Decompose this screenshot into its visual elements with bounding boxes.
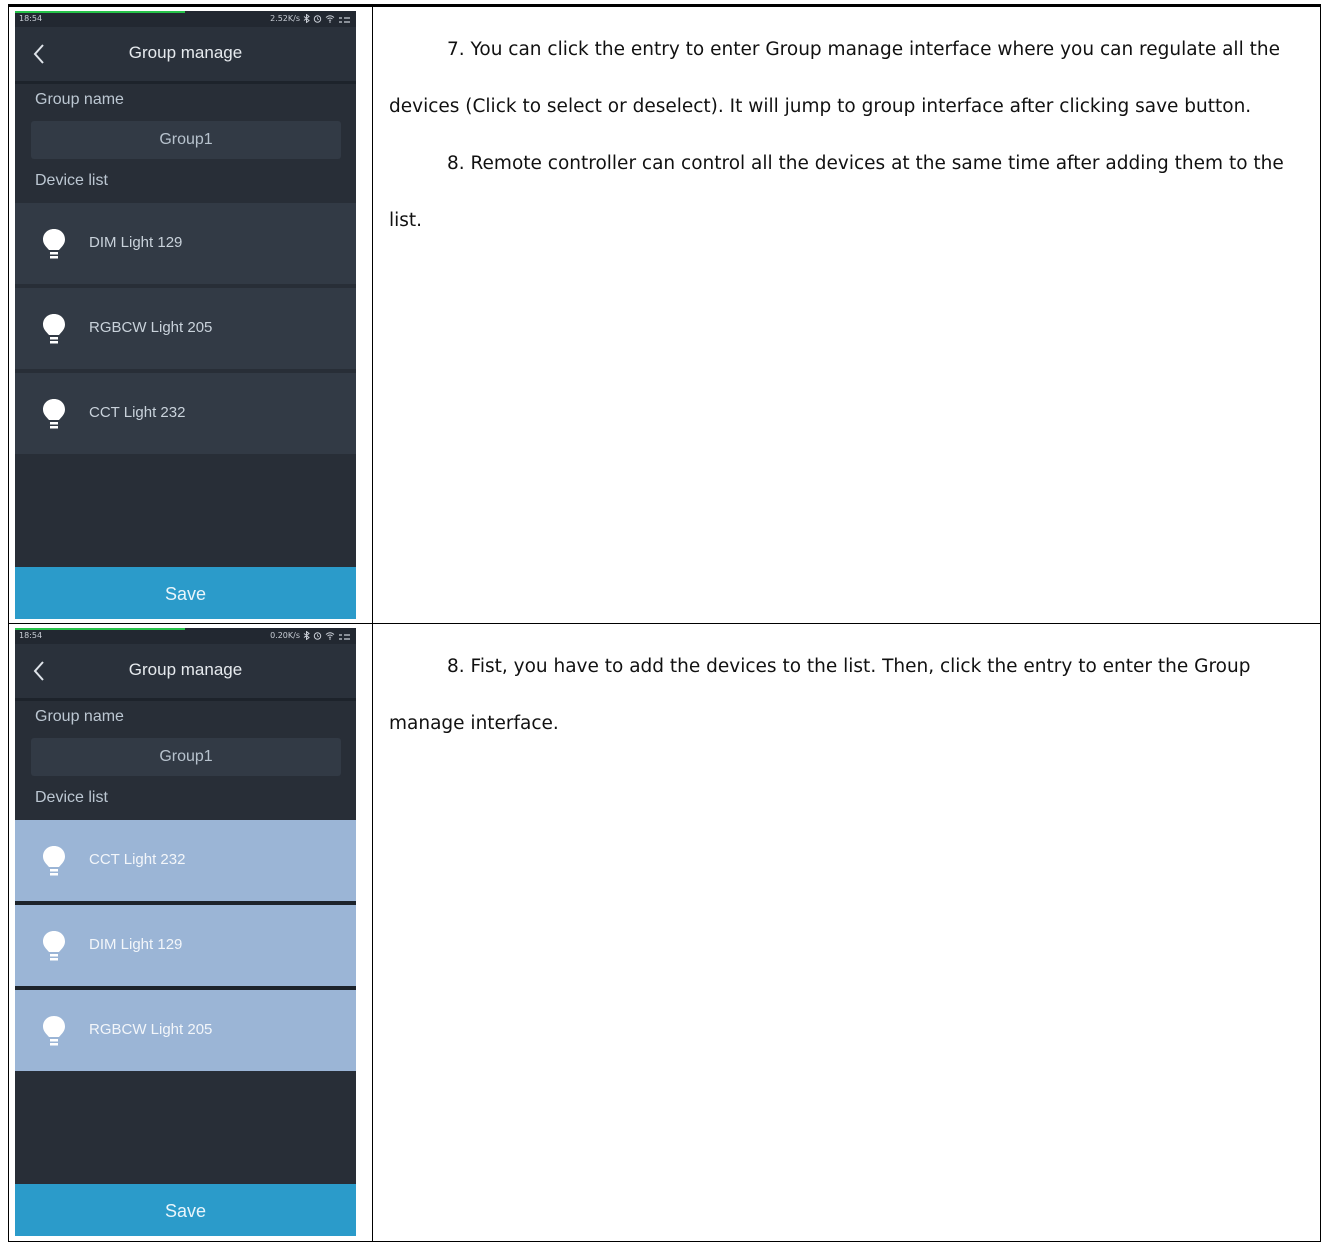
phone-screen: 18:54 2.52K/s Group manage Group name Gr… xyxy=(15,11,356,619)
alarm-icon xyxy=(313,15,322,23)
device-item-dim-light-129[interactable]: DIM Light 129 xyxy=(15,203,356,284)
wifi-icon xyxy=(325,632,335,640)
loading-progress-bar xyxy=(15,628,185,630)
screenshot-cell: 18:54 0.20K/s Group manage Group name Gr… xyxy=(8,623,373,1242)
device-item-rgbcw-light-205[interactable]: RGBCW Light 205 xyxy=(15,288,356,369)
status-bar: 18:54 2.52K/s xyxy=(15,11,356,27)
table-row: 18:54 0.20K/s Group manage Group name Gr… xyxy=(8,623,1321,1242)
bulb-icon xyxy=(43,229,65,259)
status-bar: 18:54 0.20K/s xyxy=(15,628,356,644)
glowing-bulb-icon xyxy=(43,1016,65,1046)
status-icons: 2.52K/s xyxy=(270,14,352,23)
device-item-cct-light-232[interactable]: CCT Light 232 xyxy=(15,373,356,454)
device-item-cct-light-232[interactable]: CCT Light 232 xyxy=(15,820,356,905)
status-icons: 0.20K/s xyxy=(270,631,352,640)
group-name-field[interactable]: Group1 xyxy=(31,121,341,159)
device-name: RGBCW Light 205 xyxy=(89,319,213,336)
bluetooth-icon xyxy=(303,631,310,640)
status-time: 18:54 xyxy=(19,631,43,640)
instruction-paragraph: 8. Fist, you have to add the devices to … xyxy=(389,656,1251,734)
device-list-label: Device list xyxy=(35,789,108,806)
signal-icon xyxy=(339,17,350,23)
network-speed: 2.52K/s xyxy=(270,14,300,23)
page-title: Group manage xyxy=(128,660,243,679)
instruction-paragraph: 8. Remote controller can control all the… xyxy=(389,153,1284,231)
glowing-bulb-icon xyxy=(43,931,65,961)
table-row: 18:54 2.52K/s Group manage Group name Gr… xyxy=(8,4,1321,624)
page-title: Group manage xyxy=(128,43,243,62)
header-divider xyxy=(15,698,356,701)
bulb-icon xyxy=(43,314,65,344)
signal-icon xyxy=(339,634,350,640)
device-name: DIM Light 129 xyxy=(89,936,183,953)
status-time: 18:54 xyxy=(19,14,43,23)
alarm-icon xyxy=(313,632,322,640)
group-name-label: Group name xyxy=(35,708,124,725)
bulb-icon xyxy=(43,399,65,429)
document-page: 18:54 2.52K/s Group manage Group name Gr… xyxy=(0,0,1324,1252)
description-cell: 8. Fist, you have to add the devices to … xyxy=(372,623,1321,1242)
wifi-icon xyxy=(325,15,335,23)
group-name-label: Group name xyxy=(35,91,124,108)
save-button[interactable]: Save xyxy=(15,1184,356,1236)
header-divider xyxy=(15,81,356,84)
device-name: CCT Light 232 xyxy=(89,851,186,868)
device-list-label: Device list xyxy=(35,172,108,189)
device-list: CCT Light 232 DIM Light 129 RGBCW Light … xyxy=(15,820,356,1071)
instruction-paragraph: 7. You can click the entry to enter Grou… xyxy=(389,39,1280,117)
network-speed: 0.20K/s xyxy=(270,631,300,640)
save-button[interactable]: Save xyxy=(15,567,356,619)
device-name: CCT Light 232 xyxy=(89,404,186,421)
instruction-table: 18:54 2.52K/s Group manage Group name Gr… xyxy=(8,4,1321,1242)
screenshot-cell: 18:54 2.52K/s Group manage Group name Gr… xyxy=(8,4,373,624)
bluetooth-icon xyxy=(303,14,310,23)
app-header: Group manage xyxy=(15,27,356,81)
device-list: DIM Light 129 RGBCW Light 205 CCT Light … xyxy=(15,203,356,458)
loading-progress-bar xyxy=(15,11,185,13)
device-name: RGBCW Light 205 xyxy=(89,1021,213,1038)
description-cell: 7. You can click the entry to enter Grou… xyxy=(372,4,1321,624)
device-item-dim-light-129[interactable]: DIM Light 129 xyxy=(15,905,356,990)
device-name: DIM Light 129 xyxy=(89,234,183,251)
glowing-bulb-icon xyxy=(41,846,67,876)
phone-screen: 18:54 0.20K/s Group manage Group name Gr… xyxy=(15,628,356,1236)
device-item-rgbcw-light-205[interactable]: RGBCW Light 205 xyxy=(15,990,356,1071)
group-name-field[interactable]: Group1 xyxy=(31,738,341,776)
app-header: Group manage xyxy=(15,644,356,698)
